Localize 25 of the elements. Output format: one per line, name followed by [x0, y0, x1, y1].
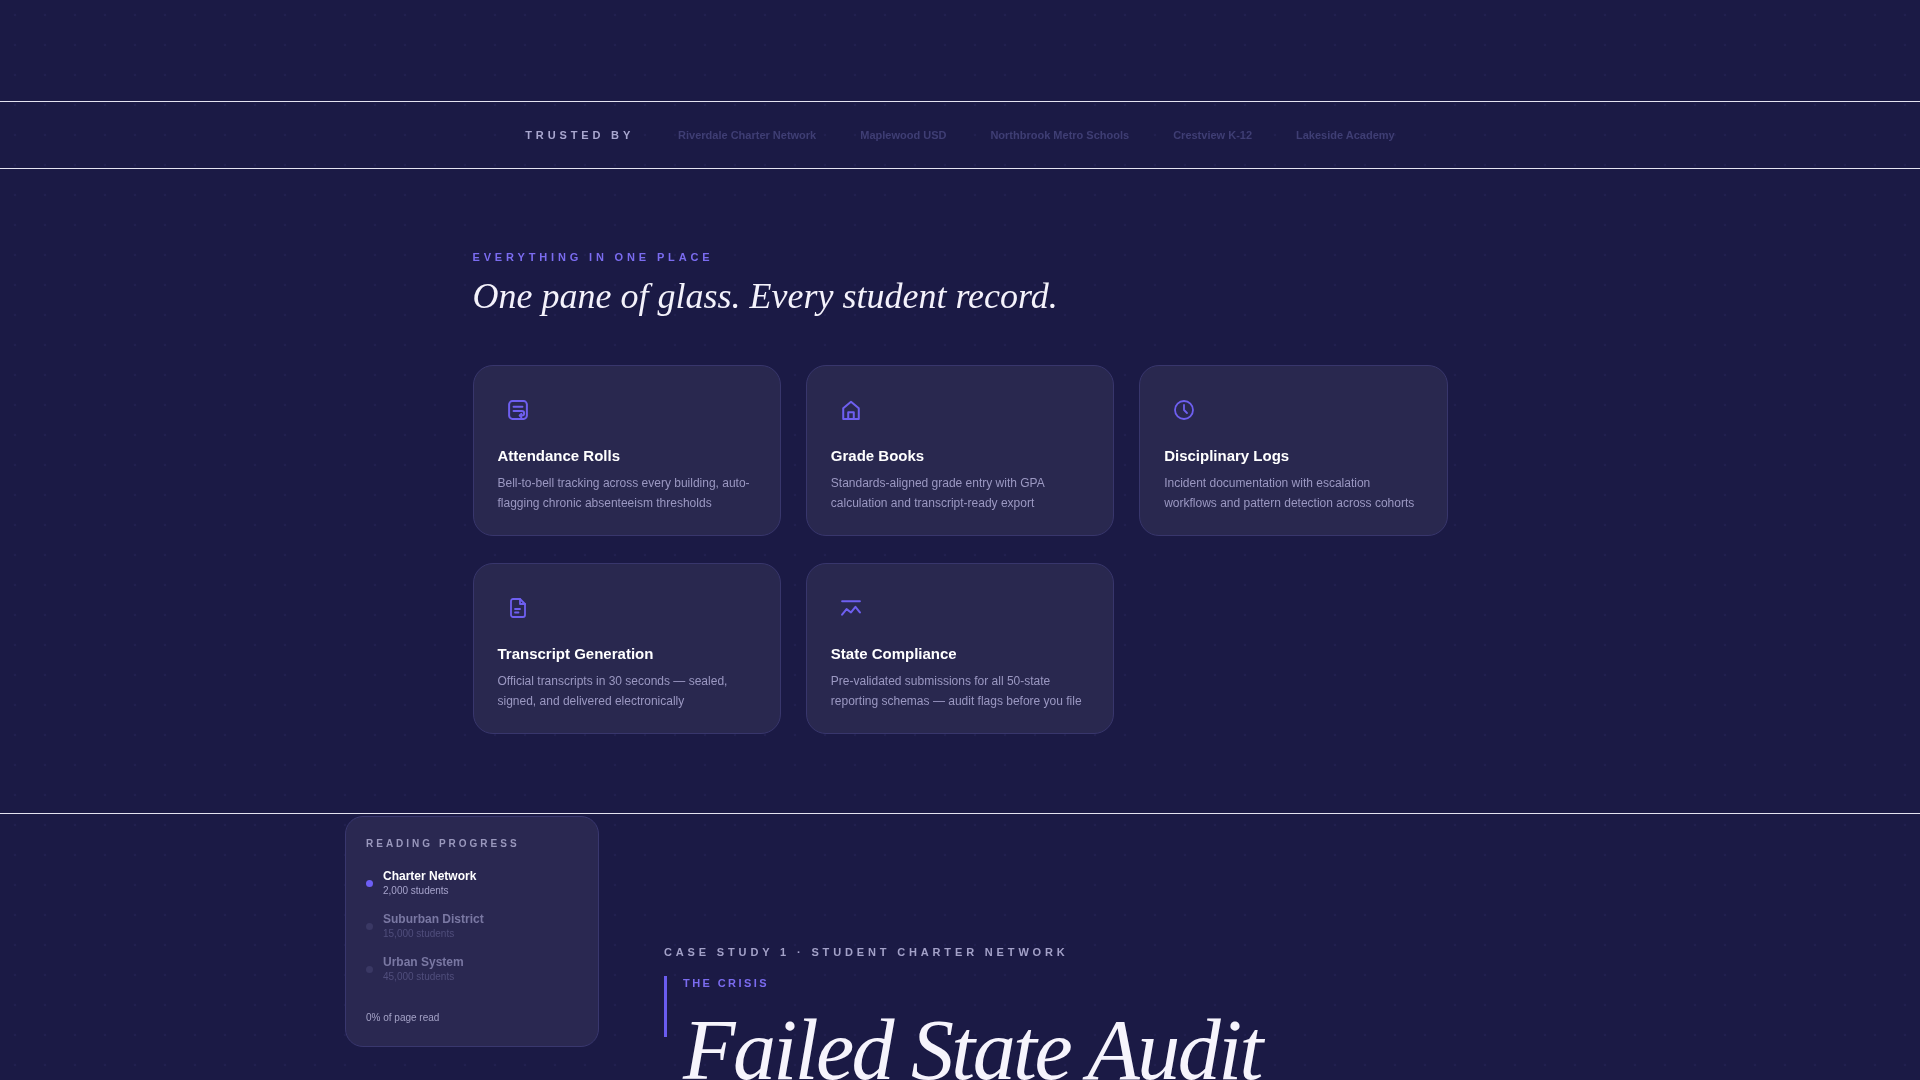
case-study-label: CASE STUDY 1 · STUDENT CHARTER NETWORK [664, 945, 1069, 959]
house-icon [840, 400, 861, 420]
panel-title: READING PROGRESS [366, 837, 520, 851]
document-icon [507, 598, 528, 618]
card-title: Attendance Rolls [497, 446, 621, 466]
card-description: Standards-aligned grade entry with GPA calculation and transcript-ready export [830, 475, 1046, 512]
progress-status: 0% of page read [366, 1011, 440, 1025]
trusted-by-label: TRUSTED BY [525, 129, 635, 141]
card-title: Transcript Generation [497, 644, 654, 664]
card-description: Pre-validated submissions for all 50-state reporting schemas — audit flags before you file [830, 673, 1083, 710]
card-description: Bell-to-bell tracking across every building, auto-flagging chronic absenteeism thresholds [497, 475, 751, 512]
section-eyebrow: EVERYTHING IN ONE PLACE [472, 250, 714, 264]
status-dot-icon [366, 879, 373, 887]
progress-item[interactable]: Charter Network 2,000 students [366, 868, 477, 898]
clock-icon [1174, 400, 1195, 420]
card-title: Disciplinary Logs [1164, 446, 1290, 466]
accent-bar [664, 976, 667, 1037]
card-description: Official transcripts in 30 seconds — sealed, signed, and delivered electronically [497, 673, 729, 710]
section-eyebrow: THE CRISIS [683, 976, 769, 990]
card-description: Incident documentation with escalation workflows and pattern detection across cohorts [1164, 475, 1416, 512]
card-title: State Compliance [830, 644, 957, 664]
list-box-icon [507, 400, 528, 420]
card-title: Grade Books [830, 446, 925, 466]
trend-line-icon [840, 598, 861, 618]
section-heading: One pane of glass. Every student record. [472, 275, 1058, 318]
